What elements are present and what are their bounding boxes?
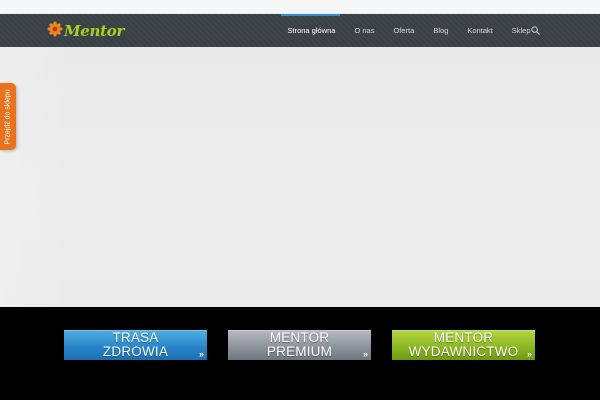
banner-label: MENTOR PREMIUM bbox=[267, 331, 332, 359]
double-chevron-icon: » bbox=[526, 349, 532, 359]
hero-slider bbox=[0, 47, 600, 307]
search-icon[interactable] bbox=[531, 26, 540, 35]
banner-label: TRASA ZDROWIA bbox=[103, 331, 168, 359]
banner-line-1: MENTOR bbox=[433, 330, 494, 345]
banner-mentor-wydawnictwo[interactable]: MENTOR WYDAWNICTWO » bbox=[391, 329, 536, 361]
banner-line-1: TRASA bbox=[112, 330, 159, 345]
banner-mentor-premium[interactable]: MENTOR PREMIUM » bbox=[227, 329, 372, 361]
menu-item-offer[interactable]: Oferta bbox=[384, 26, 424, 35]
banner-line-2: PREMIUM bbox=[266, 344, 333, 359]
shop-side-tab-label: Przejdź do sklepu bbox=[4, 88, 12, 145]
banner-line-2: ZDROWIA bbox=[102, 344, 169, 359]
banner-label: MENTOR WYDAWNICTWO bbox=[409, 331, 519, 359]
flower-icon bbox=[47, 21, 63, 37]
banner-line-2: WYDAWNICTWO bbox=[408, 344, 519, 359]
shop-side-tab[interactable]: Przejdź do sklepu bbox=[0, 83, 16, 150]
logo[interactable]: Mentor bbox=[47, 19, 124, 43]
banner-trasa-zdrowia[interactable]: TRASA ZDROWIA » bbox=[63, 329, 208, 361]
logo-text: Mentor bbox=[64, 22, 125, 40]
menu-item-contact[interactable]: Kontakt bbox=[458, 26, 502, 35]
menu-item-about[interactable]: O nas bbox=[345, 26, 384, 35]
menu-item-blog[interactable]: Blog bbox=[424, 26, 458, 35]
menu-item-home[interactable]: Strona główna bbox=[278, 26, 345, 35]
main-menu: Strona główna O nas Oferta Blog Kontakt … bbox=[278, 14, 540, 47]
banner-line-1: MENTOR bbox=[269, 330, 330, 345]
top-strip bbox=[0, 0, 600, 14]
double-chevron-icon: » bbox=[362, 349, 368, 359]
double-chevron-icon: » bbox=[198, 349, 204, 359]
